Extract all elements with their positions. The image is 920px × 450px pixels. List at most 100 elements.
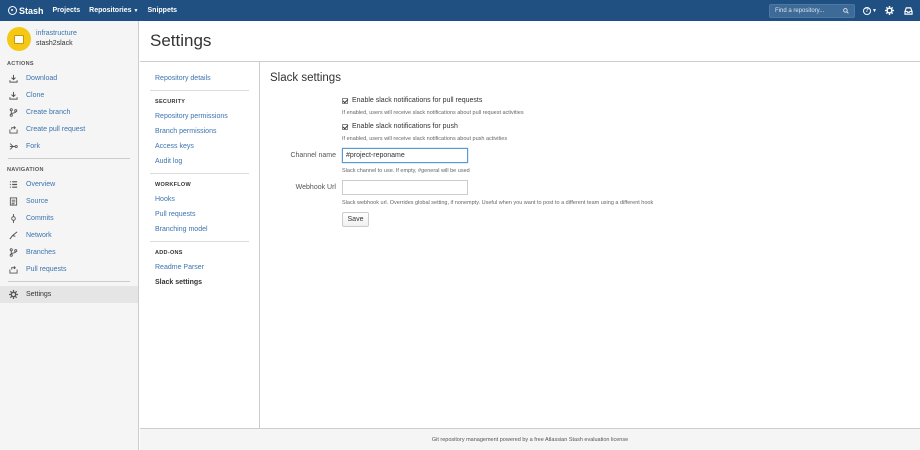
top-nav: Projects Repositories ▼ Snippets	[44, 7, 178, 14]
footer: Git repository management powered by a f…	[140, 428, 920, 450]
project-link[interactable]: infrastructure	[36, 29, 77, 39]
pull-request-notifications-checkbox[interactable]	[342, 97, 348, 104]
sidebar-item-label: Create pull request	[26, 126, 86, 133]
navigation-heading: NAVIGATION	[7, 166, 44, 173]
branch-icon	[8, 108, 18, 118]
settings-nav-divider	[150, 241, 249, 242]
stash-logo-icon	[8, 6, 17, 15]
sidebar-item-source[interactable]: Source	[0, 193, 138, 210]
addons-heading: ADD-ONS	[155, 250, 183, 256]
checkbox-label: Enable slack notifications for push	[352, 123, 458, 130]
nav-snippets[interactable]: Snippets	[148, 7, 178, 14]
page-title: Settings	[150, 31, 212, 50]
settings-nav-access-keys[interactable]: Access keys	[140, 139, 259, 154]
sidebar-item-label: Clone	[26, 92, 45, 99]
sidebar-item-label: Network	[26, 232, 52, 239]
gear-icon	[8, 290, 18, 300]
sidebar-item-label: Overview	[26, 181, 56, 188]
settings-nav-readme-parser[interactable]: Readme Parser	[140, 260, 259, 275]
nav-projects[interactable]: Projects	[53, 7, 81, 14]
clone-icon	[8, 91, 18, 101]
chevron-down-icon: ▼	[872, 7, 877, 14]
channel-name-label: Channel name	[290, 152, 336, 159]
sidebar-item-label: Create branch	[26, 109, 71, 116]
sidebar-item-clone[interactable]: Clone	[0, 87, 138, 104]
branches-icon	[8, 248, 18, 258]
pull-requests-icon	[8, 265, 18, 275]
inbox-button[interactable]	[901, 6, 915, 15]
box-icon	[14, 34, 24, 44]
repository-search-input[interactable]: Find a repository...	[769, 3, 855, 18]
sidebar-item-label: Settings	[26, 291, 52, 298]
webhook-url-input[interactable]	[342, 180, 468, 195]
push-notifications-option[interactable]: Enable slack notifications for push	[342, 123, 458, 130]
overview-icon	[8, 180, 18, 190]
settings-nav-slack-settings[interactable]: Slack settings	[140, 275, 259, 290]
push-notifications-checkbox[interactable]	[342, 123, 348, 130]
settings-nav-repository-details[interactable]: Repository details	[140, 71, 259, 86]
settings-nav-hooks[interactable]: Hooks	[140, 192, 259, 207]
channel-name-value: #project-reponame	[346, 152, 405, 159]
pull-request-notifications-option[interactable]: Enable slack notifications for pull requ…	[342, 97, 482, 104]
network-icon	[8, 231, 18, 241]
repository-avatar[interactable]	[7, 27, 31, 51]
save-button[interactable]: Save	[342, 212, 369, 227]
stash-logo[interactable]: Stash	[8, 6, 44, 16]
sidebar-item-label: Fork	[26, 143, 40, 150]
pull-request-notifications-description: If enabled, users will receive slack not…	[342, 110, 524, 116]
pull-request-icon	[8, 125, 18, 135]
sidebar-item-pull-requests[interactable]: Pull requests	[0, 261, 138, 278]
help-menu[interactable]: ? ▼	[863, 6, 877, 15]
inbox-icon	[903, 6, 913, 15]
sidebar-item-label: Download	[26, 75, 58, 82]
repository-sidebar: infrastructure stash2slack ACTIONS Downl…	[0, 21, 139, 450]
sidebar-item-fork[interactable]: Fork	[0, 138, 138, 155]
sidebar-item-create-branch[interactable]: Create branch	[0, 104, 138, 121]
settings-nav-branch-permissions[interactable]: Branch permissions	[140, 124, 259, 139]
source-icon	[8, 197, 18, 207]
footer-text: Git repository management powered by a f…	[431, 436, 629, 443]
sidebar-item-network[interactable]: Network	[0, 227, 138, 244]
repository-names: infrastructure stash2slack	[36, 29, 77, 49]
sidebar-item-branches[interactable]: Branches	[0, 244, 138, 261]
actions-heading: ACTIONS	[7, 60, 34, 67]
sidebar-item-label: Source	[26, 198, 49, 205]
settings-nav-divider	[150, 173, 249, 174]
admin-settings[interactable]	[882, 6, 896, 15]
webhook-url-label: Webhook Url	[295, 184, 336, 191]
sidebar-item-settings[interactable]: Settings	[0, 286, 138, 303]
sidebar-item-label: Pull requests	[26, 266, 67, 273]
download-icon	[8, 74, 18, 84]
settings-nav-audit-log[interactable]: Audit log	[140, 154, 259, 169]
checkbox-label: Enable slack notifications for pull requ…	[352, 97, 483, 104]
nav-repositories[interactable]: Repositories ▼	[89, 7, 138, 14]
webhook-url-description: Slack webhook url. Overrides global sett…	[342, 200, 654, 206]
sidebar-item-overview[interactable]: Overview	[0, 176, 138, 193]
settings-nav-branching-model[interactable]: Branching model	[140, 222, 259, 237]
repository-name[interactable]: stash2slack	[36, 39, 77, 49]
top-navigation-bar: Stash Projects Repositories ▼ Snippets Find…	[0, 0, 920, 21]
settings-navigation: Repository details SECURITY Repository p…	[140, 62, 260, 428]
sidebar-item-download[interactable]: Download	[0, 70, 138, 87]
channel-name-input[interactable]: #project-reponame	[342, 148, 468, 163]
workflow-heading: WORKFLOW	[155, 182, 192, 188]
repository-header: infrastructure stash2slack	[0, 21, 138, 57]
sidebar-divider	[8, 158, 130, 159]
fork-icon	[8, 142, 18, 152]
security-heading: SECURITY	[155, 99, 186, 105]
chevron-down-icon: ▼	[133, 8, 139, 14]
channel-name-description: Slack channel to use. If empty, #general…	[342, 168, 470, 174]
search-placeholder: Find a repository...	[775, 7, 825, 14]
sidebar-item-create-pull-request[interactable]: Create pull request	[0, 121, 138, 138]
sidebar-item-label: Branches	[26, 249, 56, 256]
commits-icon	[8, 214, 18, 224]
sidebar-divider	[8, 281, 130, 282]
gear-icon	[884, 6, 894, 15]
nav-repositories-label: Repositories	[89, 7, 132, 14]
form-heading: Slack settings	[270, 72, 341, 84]
settings-nav-pull-requests[interactable]: Pull requests	[140, 207, 259, 222]
settings-nav-repository-permissions[interactable]: Repository permissions	[140, 109, 259, 124]
search-icon	[843, 7, 849, 14]
sidebar-item-commits[interactable]: Commits	[0, 210, 138, 227]
